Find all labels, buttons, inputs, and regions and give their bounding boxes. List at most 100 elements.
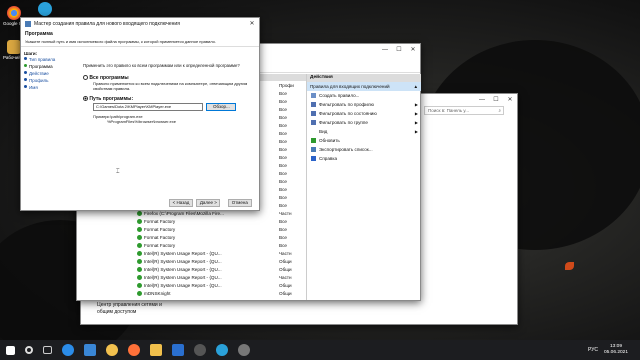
rule-name-text: Format Factory bbox=[144, 243, 176, 248]
step-bullet-icon bbox=[24, 78, 27, 81]
rule-name-text: Intel(R) System Usage Report - {QU... bbox=[144, 267, 222, 272]
step-bullet-icon bbox=[24, 85, 27, 88]
rule-row[interactable]: Intel(R) System Usage Report - {QU... Час… bbox=[137, 250, 307, 258]
rule-name-text: Format Factory bbox=[144, 235, 176, 240]
media-player-icon[interactable] bbox=[194, 344, 206, 356]
allow-icon bbox=[137, 227, 142, 232]
collapse-icon: ▲ bbox=[413, 84, 418, 89]
clock[interactable]: 13:09 05.06.2021 bbox=[604, 344, 628, 356]
action-label: Фильтровать по группе bbox=[319, 120, 368, 125]
desktop-icon-telegram[interactable] bbox=[34, 2, 56, 17]
firefox-icon[interactable] bbox=[128, 344, 140, 356]
action-item[interactable]: Фильтровать по профилю ▶ bbox=[307, 100, 421, 109]
rule-name: Format Factory bbox=[137, 226, 279, 234]
rule-name-text: mDNSKnight bbox=[144, 291, 171, 296]
maximize-button[interactable]: ☐ bbox=[489, 96, 503, 103]
network-link[interactable]: Центр управления сетями и общим доступом bbox=[97, 302, 162, 316]
close-button[interactable]: ✕ bbox=[245, 20, 259, 27]
rule-profile: Все bbox=[279, 107, 287, 112]
rule-profile: Все bbox=[279, 115, 287, 120]
start-button[interactable] bbox=[6, 345, 15, 355]
minimize-button[interactable]: — bbox=[378, 47, 392, 53]
section-title: Программа bbox=[25, 31, 53, 37]
search-icon[interactable] bbox=[25, 346, 33, 354]
rule-row[interactable]: mDNSKnight Общи bbox=[137, 290, 307, 298]
rule-profile: Все bbox=[279, 163, 287, 168]
rule-row[interactable]: Firefox (C:\Program Files\Mozilla Fire..… bbox=[137, 210, 307, 218]
cancel-button[interactable]: Отмена bbox=[227, 199, 252, 207]
radio-all[interactable] bbox=[83, 75, 88, 80]
step-bullet-icon bbox=[24, 64, 27, 67]
program-path-label: Путь программы: bbox=[89, 96, 134, 102]
rule-profile: Все bbox=[279, 203, 287, 208]
minimize-button[interactable]: — bbox=[475, 97, 489, 103]
action-label: Экспортировать список... bbox=[319, 147, 373, 152]
rule-profile: Общи bbox=[279, 267, 292, 272]
rule-name-text: Intel(R) System Usage Report - {QU... bbox=[144, 275, 222, 280]
next-button[interactable]: Далее > bbox=[196, 199, 221, 207]
action-label: Создать правило... bbox=[319, 93, 360, 98]
action-item[interactable]: Справка bbox=[307, 154, 421, 163]
mail-icon[interactable] bbox=[172, 344, 184, 356]
wizard-titlebar: Мастер создания правила для нового входя… bbox=[21, 18, 259, 29]
rule-name: Intel(R) System Usage Report - {QU... bbox=[137, 274, 279, 282]
search-box[interactable]: Поиск в: Панель у... ⌕ bbox=[424, 106, 504, 115]
rule-profile: Все bbox=[279, 227, 287, 232]
rule-row[interactable]: Intel(R) System Usage Report - {QU... Общ… bbox=[137, 266, 307, 274]
action-item[interactable]: Фильтровать по группе ▶ bbox=[307, 118, 421, 127]
rule-profile: Все bbox=[279, 131, 287, 136]
rule-row[interactable]: Format Factory Все bbox=[137, 242, 307, 250]
action-item[interactable]: Создать правило... bbox=[307, 91, 421, 100]
wizard-step: Тип правила bbox=[24, 56, 76, 63]
rule-profile: Все bbox=[279, 123, 287, 128]
rule-name-text: Format Factory bbox=[144, 227, 176, 232]
rule-row[interactable]: Intel(R) System Usage Report - {QU... Общ… bbox=[137, 258, 307, 266]
wizard-title: Мастер создания правила для нового входя… bbox=[34, 20, 180, 27]
settings-icon[interactable] bbox=[238, 344, 250, 356]
rule-row[interactable]: Format Factory Все bbox=[137, 218, 307, 226]
step-label: Программа bbox=[29, 64, 53, 69]
rule-row[interactable]: Format Factory Все bbox=[137, 226, 307, 234]
program-path-input[interactable]: C:\Games\Dota 2\KMPlayer\KMPlayer.exe bbox=[93, 103, 203, 111]
maximize-button[interactable]: ☐ bbox=[392, 46, 406, 53]
rule-name: Intel(R) System Usage Report - {QU... bbox=[137, 266, 279, 274]
telegram-icon[interactable] bbox=[216, 344, 228, 356]
actions-section[interactable]: Правила для входящих подключений ▲ bbox=[307, 82, 421, 91]
task-view-icon[interactable] bbox=[43, 346, 52, 354]
yandex-icon[interactable] bbox=[106, 344, 118, 356]
browse-button[interactable]: Обзор... bbox=[206, 103, 237, 111]
action-icon bbox=[311, 147, 316, 152]
action-icon bbox=[311, 156, 316, 161]
allow-icon bbox=[137, 219, 142, 224]
rule-row[interactable]: Format Factory Все bbox=[137, 234, 307, 242]
rule-profile: Частн bbox=[279, 211, 292, 216]
wizard-header: Программа Укажите полный путь и имя испо… bbox=[21, 29, 259, 47]
action-icon bbox=[311, 120, 316, 125]
example-line: %ProgramFiles%\browser\browser.exe bbox=[107, 119, 176, 124]
action-item[interactable]: Обновить bbox=[307, 136, 421, 145]
back-button[interactable]: < Назад bbox=[169, 199, 193, 207]
rule-profile: Все bbox=[279, 235, 287, 240]
rule-row[interactable]: Intel(R) System Usage Report - {QU... Час… bbox=[137, 274, 307, 282]
rule-profile: Все bbox=[279, 195, 287, 200]
action-label: Вид bbox=[319, 129, 328, 134]
autumn-leaf bbox=[565, 262, 574, 270]
explorer-icon[interactable] bbox=[150, 344, 162, 356]
rule-row[interactable]: Intel(R) System Usage Report - {QU... Общ… bbox=[137, 282, 307, 290]
rule-name: Intel(R) System Usage Report - {QU... bbox=[137, 282, 279, 290]
rule-profile: Все bbox=[279, 91, 287, 96]
rule-name: Format Factory bbox=[137, 218, 279, 226]
program-path-option[interactable]: Путь программы: bbox=[83, 96, 259, 102]
action-item[interactable]: Вид ▶ bbox=[307, 127, 421, 136]
edge-icon[interactable] bbox=[62, 344, 74, 356]
action-item[interactable]: Экспортировать список... bbox=[307, 145, 421, 154]
close-button[interactable]: ✕ bbox=[503, 96, 517, 103]
action-item[interactable]: Фильтровать по состоянию ▶ bbox=[307, 109, 421, 118]
language-indicator[interactable]: РУС bbox=[588, 347, 598, 353]
allow-icon bbox=[137, 251, 142, 256]
radio-path[interactable] bbox=[83, 96, 88, 101]
close-button[interactable]: ✕ bbox=[406, 46, 420, 53]
link-line: Центр управления сетями и bbox=[97, 302, 162, 308]
step-label: Действие bbox=[29, 71, 49, 76]
store-icon[interactable] bbox=[84, 344, 96, 356]
